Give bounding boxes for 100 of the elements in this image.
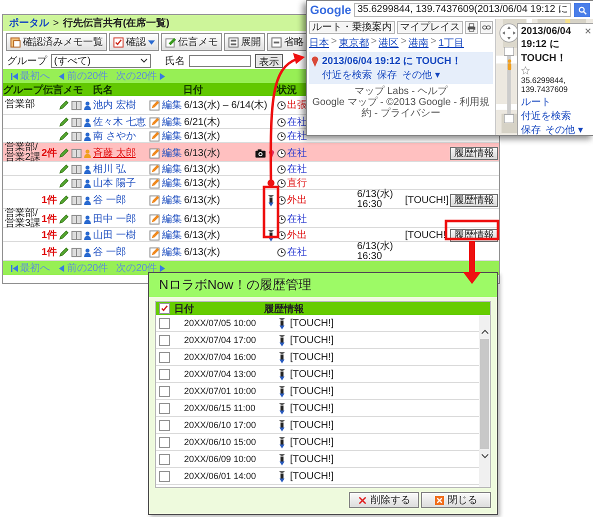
- pencil-icon[interactable]: [58, 246, 68, 258]
- scroll-down-icon[interactable]: [480, 453, 488, 459]
- name-field[interactable]: [189, 55, 251, 67]
- link-button[interactable]: [480, 21, 493, 34]
- status-text[interactable]: 出張: [287, 98, 307, 112]
- toolbar-button[interactable]: 展開: [224, 33, 265, 51]
- star-icon[interactable]: [521, 66, 530, 75]
- edit-icon[interactable]: [149, 116, 160, 128]
- edit-icon[interactable]: [149, 214, 160, 224]
- book-icon[interactable]: [70, 246, 82, 258]
- edit-link[interactable]: 編集: [162, 162, 182, 176]
- name-link[interactable]: 相川 弘: [93, 162, 126, 176]
- map-button[interactable]: マイプレイス: [397, 21, 463, 34]
- toolbar-button[interactable]: 省略: [267, 33, 308, 51]
- book-icon[interactable]: [70, 130, 82, 142]
- tack-icon[interactable]: [267, 228, 275, 242]
- book-icon[interactable]: [70, 164, 82, 174]
- row-checkbox[interactable]: [159, 334, 170, 346]
- status-text[interactable]: 外出: [287, 193, 307, 207]
- book-icon[interactable]: [70, 116, 82, 128]
- edit-icon[interactable]: [149, 148, 160, 158]
- scroll-thumb[interactable]: [480, 339, 489, 449]
- status-text[interactable]: 在社: [287, 212, 307, 226]
- row-checkbox[interactable]: [159, 454, 170, 464]
- show-button[interactable]: 表示: [255, 54, 283, 68]
- row-checkbox[interactable]: [159, 318, 170, 328]
- edit-icon[interactable]: [149, 130, 160, 142]
- select-all-checkbox[interactable]: [159, 303, 170, 314]
- zoom-control[interactable]: [504, 47, 514, 123]
- edit-link[interactable]: 編集: [162, 115, 182, 129]
- name-link[interactable]: 田中 一郎: [93, 212, 136, 226]
- status-text[interactable]: 在社: [287, 115, 307, 129]
- camera-icon[interactable]: [255, 148, 266, 158]
- edit-icon[interactable]: [149, 178, 160, 188]
- result-title-link[interactable]: 2013/06/04 19:12 に TOUCH！: [322, 54, 462, 68]
- pencil-icon[interactable]: [58, 194, 68, 206]
- status-text[interactable]: 在社: [287, 146, 307, 160]
- toolbar-button[interactable]: 確認: [109, 33, 159, 51]
- breadcrumb-link[interactable]: 港南: [408, 36, 429, 50]
- breadcrumb-link[interactable]: 東京都: [338, 36, 369, 50]
- status-text[interactable]: 在社: [287, 129, 307, 143]
- edit-link[interactable]: 編集: [162, 228, 182, 242]
- book-icon[interactable]: [70, 214, 82, 224]
- history-button[interactable]: 履歴情報: [450, 194, 498, 206]
- edit-link[interactable]: 編集: [162, 146, 182, 160]
- search-field[interactable]: 35.6299844, 139.7437609(2013/06/04 19:12 に: [354, 3, 572, 17]
- dialog-button[interactable]: 閉じる: [421, 492, 491, 508]
- bubble-link[interactable]: ルート: [521, 95, 551, 109]
- toolbar-button[interactable]: 伝言メモ: [161, 33, 222, 51]
- name-link[interactable]: 谷 一郎: [93, 245, 126, 259]
- row-checkbox[interactable]: [159, 420, 170, 430]
- dialog-button[interactable]: 削除する: [349, 492, 419, 508]
- edit-icon[interactable]: [149, 246, 160, 258]
- name-link[interactable]: 池内 宏樹: [93, 98, 136, 112]
- edit-icon[interactable]: [149, 194, 160, 206]
- row-checkbox[interactable]: [159, 352, 170, 362]
- print-button[interactable]: [465, 21, 478, 34]
- edit-icon[interactable]: [149, 230, 160, 240]
- status-text[interactable]: 在社: [287, 162, 307, 176]
- toolbar-button[interactable]: 確認済みメモ一覧: [6, 33, 107, 51]
- edit-icon[interactable]: [149, 164, 160, 174]
- status-text[interactable]: 外出: [287, 228, 307, 242]
- book-icon[interactable]: [70, 178, 82, 188]
- breadcrumb-link[interactable]: ポータル: [9, 16, 49, 30]
- search-button[interactable]: [574, 3, 590, 17]
- breadcrumb-link[interactable]: 港区: [378, 36, 399, 50]
- edit-link[interactable]: 編集: [162, 129, 182, 143]
- book-icon[interactable]: [70, 100, 82, 110]
- status-text[interactable]: 直行: [287, 176, 307, 190]
- status-text[interactable]: 在社: [287, 245, 307, 259]
- result-link[interactable]: 保存: [377, 68, 397, 82]
- pan-control[interactable]: [499, 23, 519, 43]
- pencil-icon[interactable]: [58, 116, 68, 128]
- row-checkbox[interactable]: [159, 436, 170, 448]
- bubble-link[interactable]: 付近を検索: [521, 109, 571, 123]
- map-button[interactable]: ルート・乗換案内: [309, 21, 395, 34]
- row-checkbox[interactable]: [159, 470, 170, 482]
- book-icon[interactable]: [70, 230, 82, 240]
- name-link[interactable]: 南 さやか: [93, 129, 136, 143]
- edit-link[interactable]: 編集: [162, 245, 182, 259]
- row-checkbox[interactable]: [159, 386, 170, 396]
- breadcrumb-link[interactable]: 1丁目: [438, 36, 464, 50]
- scrollbar[interactable]: [479, 315, 490, 487]
- pegman-icon[interactable]: [506, 59, 513, 71]
- result-link[interactable]: その他 ▾: [402, 68, 440, 82]
- edit-link[interactable]: 編集: [162, 212, 182, 226]
- pencil-icon[interactable]: [58, 214, 68, 224]
- pencil-icon[interactable]: [58, 230, 68, 240]
- row-checkbox[interactable]: [159, 368, 170, 380]
- history-button[interactable]: 履歴情報: [450, 146, 498, 160]
- edit-icon[interactable]: [149, 100, 160, 110]
- result-link[interactable]: 付近を検索: [322, 68, 372, 82]
- name-link[interactable]: 山本 陽子: [93, 176, 136, 190]
- book-icon[interactable]: [70, 194, 82, 206]
- close-icon[interactable]: [585, 28, 591, 34]
- name-link[interactable]: 谷 一郎: [93, 193, 126, 207]
- name-link[interactable]: 佐々木 七恵: [93, 115, 146, 129]
- pencil-icon[interactable]: [58, 148, 68, 158]
- edit-link[interactable]: 編集: [162, 176, 182, 190]
- name-link[interactable]: 山田 一樹: [93, 228, 136, 242]
